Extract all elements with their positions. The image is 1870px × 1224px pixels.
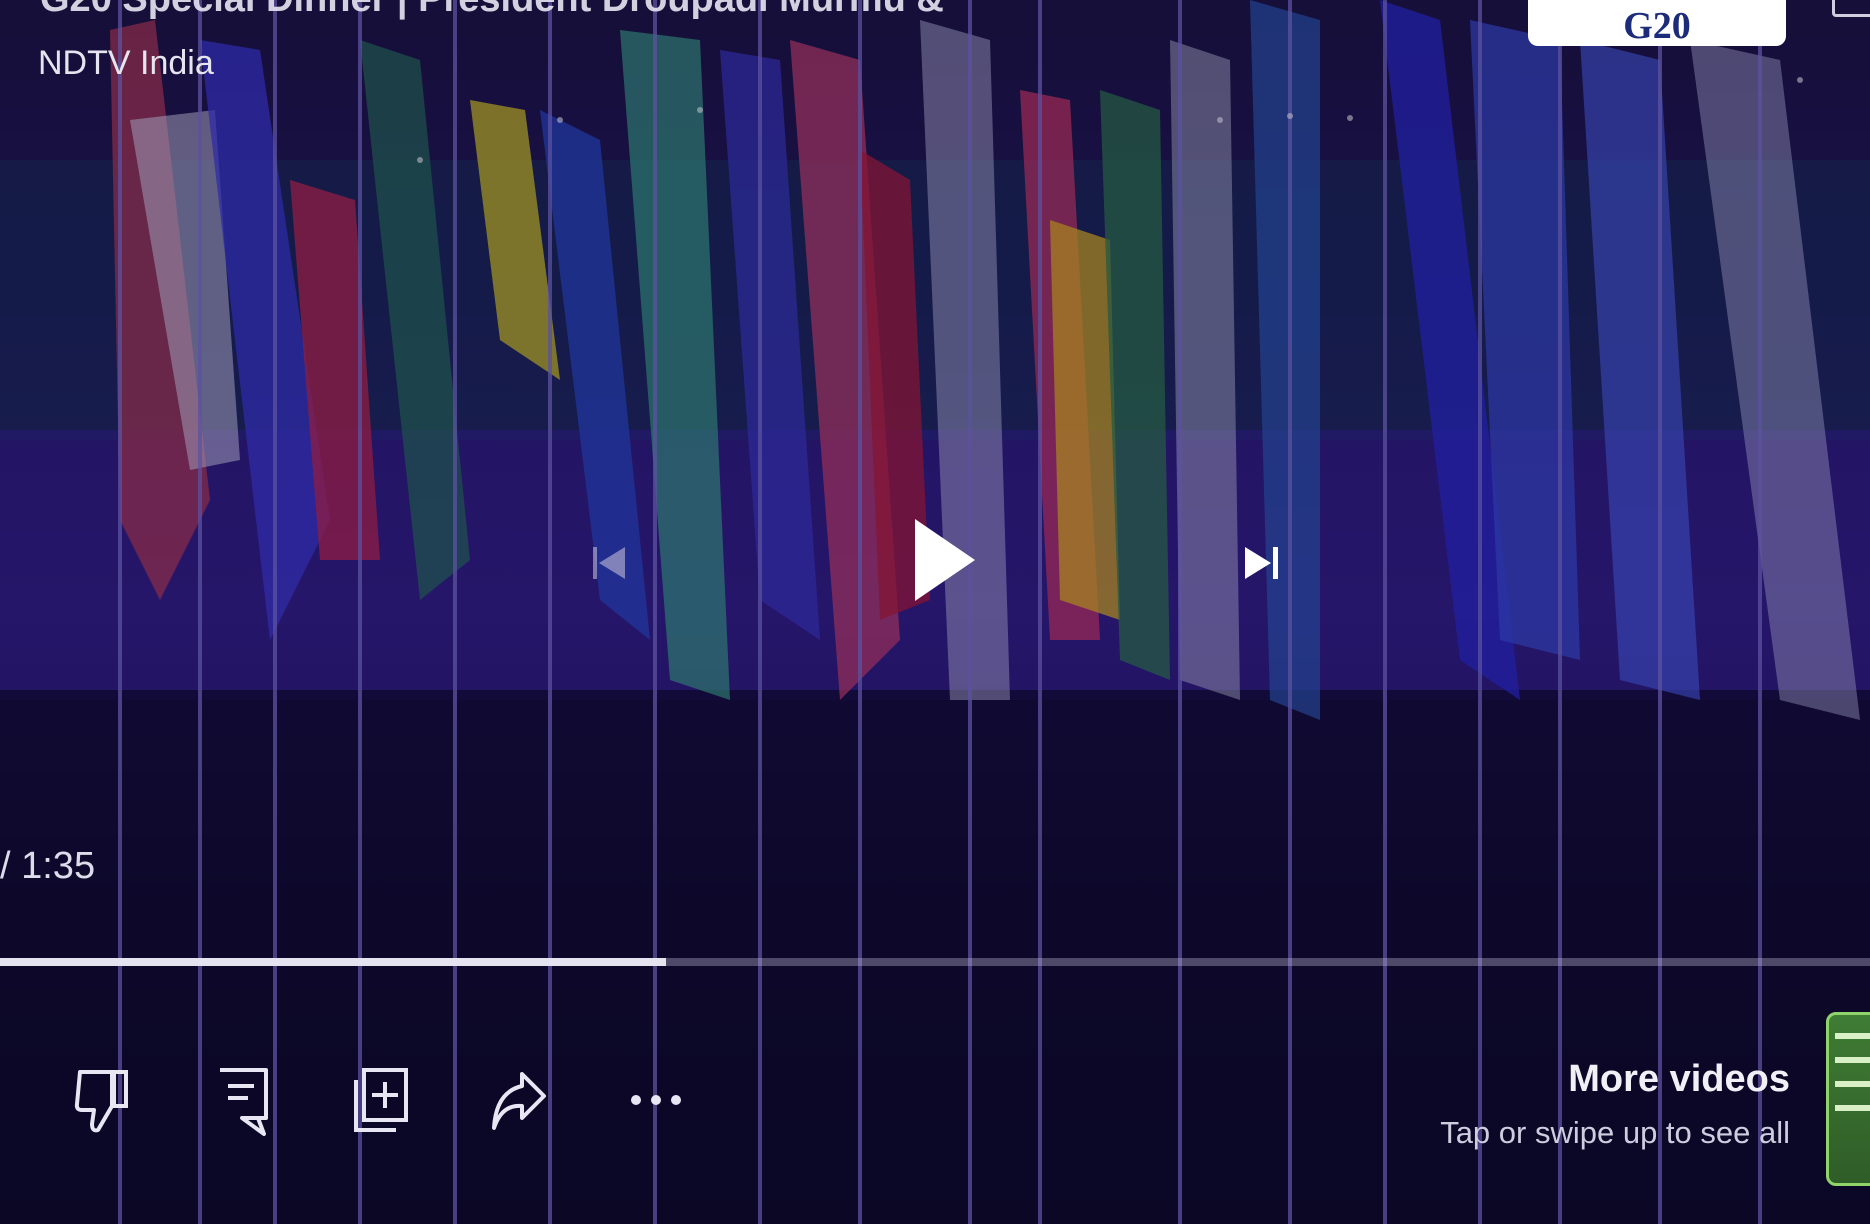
comments-button[interactable] [214, 1062, 274, 1138]
more-horizontal-icon [631, 1095, 681, 1105]
next-button[interactable] [1236, 538, 1286, 588]
time-display: / 1:35 [0, 845, 96, 887]
share-button[interactable] [488, 1062, 548, 1138]
more-actions-button[interactable] [628, 1080, 684, 1120]
cast-icon[interactable] [1832, 0, 1870, 17]
add-to-playlist-icon [354, 1068, 408, 1132]
dislike-button[interactable] [72, 1062, 132, 1138]
channel-logo-watermark: G20 [1528, 0, 1786, 46]
more-videos-subtitle: Tap or swipe up to see all [1440, 1115, 1790, 1150]
play-icon [915, 519, 975, 601]
brand-logo-text: G20 [1623, 5, 1691, 47]
thumbs-down-icon [74, 1070, 128, 1133]
progress-fill [0, 958, 666, 966]
progress-bar[interactable] [0, 958, 1870, 966]
video-title[interactable]: G20 Special Dinner | President Droupadi … [40, 0, 944, 21]
previous-button[interactable] [584, 538, 634, 588]
skip-previous-icon [593, 547, 625, 579]
save-to-playlist-button[interactable] [352, 1062, 412, 1138]
controls-overlay-dim [0, 0, 1870, 1224]
more-videos-panel[interactable]: More videos Tap or swipe up to see all [1440, 1058, 1790, 1151]
channel-name[interactable]: NDTV India [38, 44, 214, 83]
comment-icon [220, 1068, 268, 1136]
more-videos-title: More videos [1568, 1058, 1790, 1100]
skip-next-icon [1245, 547, 1278, 579]
share-icon [492, 1072, 546, 1130]
play-button[interactable] [904, 510, 984, 610]
video-player[interactable]: G20 Special Dinner | President Droupadi … [0, 0, 1870, 1224]
more-videos-thumbnail[interactable] [1826, 1012, 1870, 1186]
